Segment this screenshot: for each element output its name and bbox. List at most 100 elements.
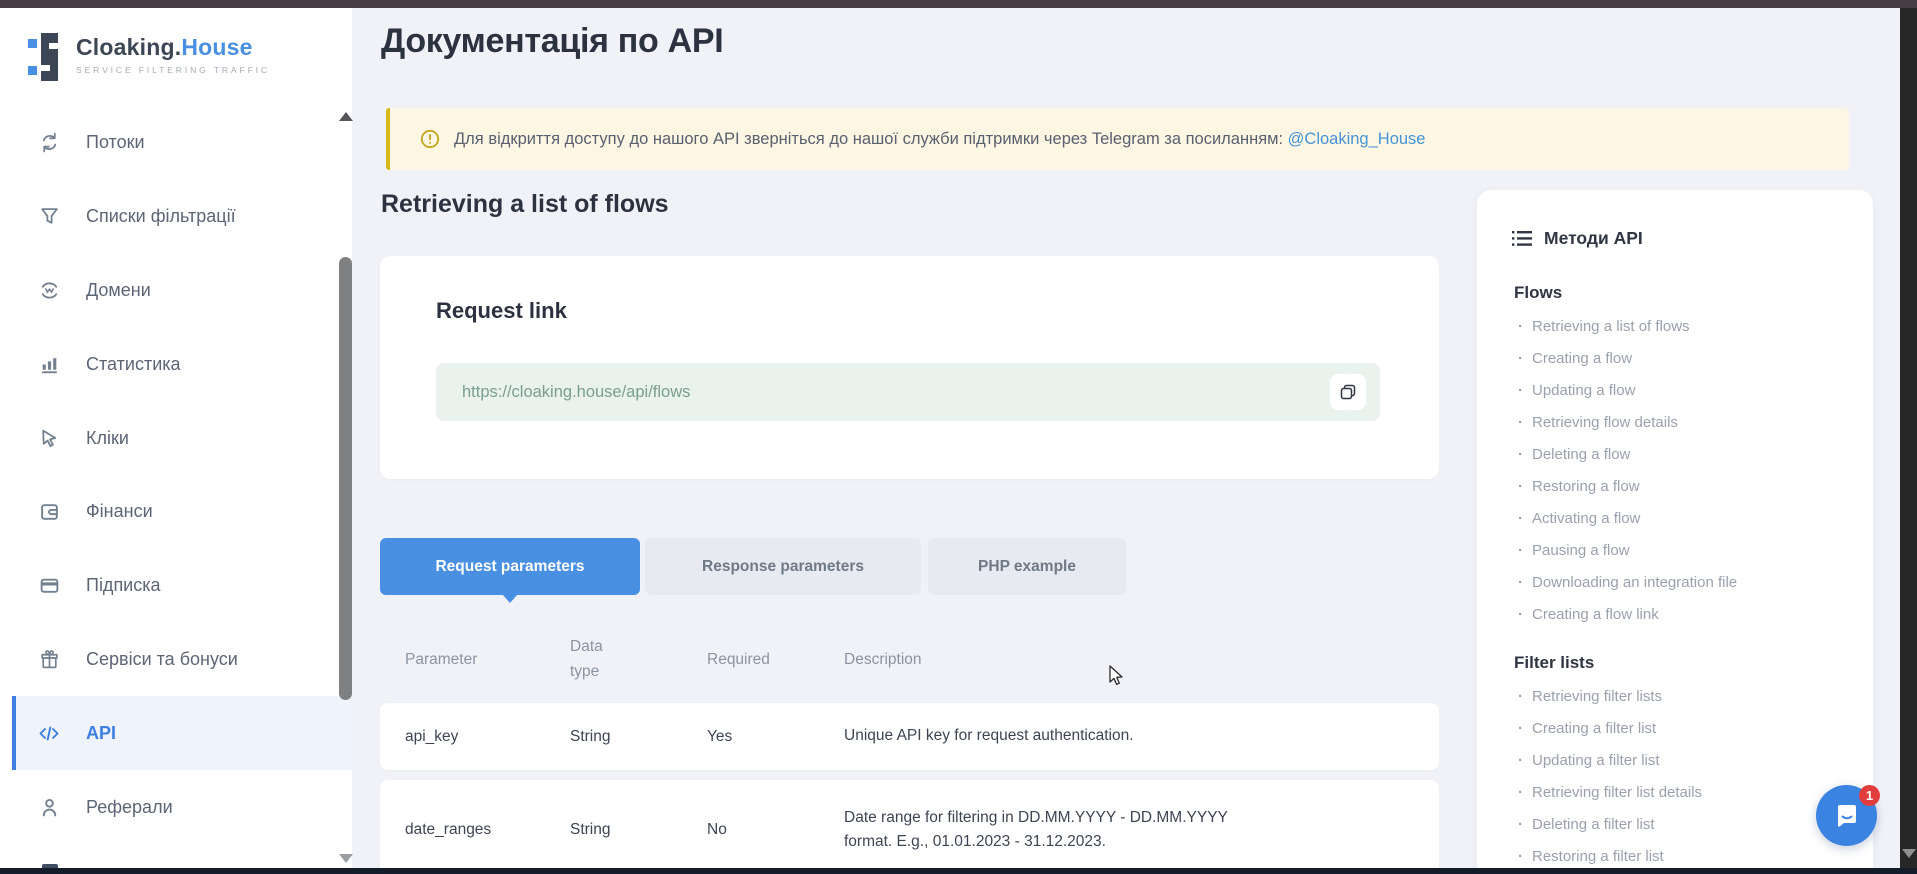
- sidebar-scroll-up-arrow[interactable]: [339, 112, 353, 121]
- cursor-icon: [38, 427, 60, 449]
- cell-data-type: String: [570, 728, 707, 746]
- group-heading-flows: Flows: [1514, 283, 1873, 303]
- sidebar-item-statistics[interactable]: Статистика: [12, 327, 352, 401]
- sidebar-scroll-down-arrow[interactable]: [339, 854, 353, 863]
- request-link-card: Request link https://cloaking.house/api/…: [380, 256, 1439, 479]
- sidebar-item-label: Підписка: [86, 575, 161, 596]
- column-header-required: Required: [707, 651, 844, 669]
- sidebar-item-finances[interactable]: Фінанси: [12, 474, 352, 548]
- logo-text[interactable]: Cloaking.House SERVICE FILTERING TRAFFIC: [76, 34, 270, 75]
- method-link[interactable]: Activating a flow: [1518, 503, 1873, 535]
- notification-badge: 1: [1859, 785, 1880, 806]
- person-icon: [38, 796, 60, 818]
- method-link[interactable]: Creating a flow link: [1518, 599, 1873, 631]
- wallet-icon: [38, 500, 60, 522]
- table-row: date_ranges String No Date range for fil…: [380, 780, 1439, 874]
- sidebar-item-clicks[interactable]: Кліки: [12, 401, 352, 475]
- request-url: https://cloaking.house/api/flows: [462, 383, 690, 402]
- sync-icon: [38, 131, 60, 153]
- method-link[interactable]: Retrieving filter lists: [1518, 681, 1873, 713]
- cell-description: Date range for filtering in DD.MM.YYYY -…: [844, 806, 1274, 854]
- logo-tagline: SERVICE FILTERING TRAFFIC: [76, 65, 270, 75]
- filter-lists-method-list: Retrieving filter lists Creating a filte…: [1518, 681, 1873, 873]
- window-top-bar: [0, 0, 1917, 8]
- sidebar-item-label: API: [86, 723, 116, 744]
- sidebar-item-referrals[interactable]: Реферали: [12, 770, 352, 844]
- brand-accent: House: [181, 34, 252, 60]
- request-link-title: Request link: [436, 298, 567, 324]
- methods-panel-title: Методи API: [1544, 228, 1643, 249]
- cell-parameter: api_key: [405, 728, 570, 746]
- group-heading-filter-lists: Filter lists: [1514, 653, 1873, 673]
- browser-scrollbar-track[interactable]: [1900, 0, 1917, 874]
- method-link[interactable]: Restoring a flow: [1518, 471, 1873, 503]
- chat-widget-button[interactable]: 1: [1816, 785, 1877, 846]
- sidebar-item-subscription[interactable]: Підписка: [12, 548, 352, 622]
- sidebar-item-services-bonuses[interactable]: Сервіси та бонуси: [12, 622, 352, 696]
- table-row: api_key String Yes Unique API key for re…: [380, 703, 1439, 770]
- column-header-data-type: Data type: [570, 635, 707, 683]
- telegram-link[interactable]: @Cloaking_House: [1288, 130, 1426, 148]
- method-link[interactable]: Retrieving flow details: [1518, 407, 1873, 439]
- cell-required: No: [707, 821, 844, 839]
- method-link[interactable]: Updating a filter list: [1518, 745, 1873, 777]
- gift-icon: [38, 648, 60, 670]
- api-methods-panel: Методи API Flows Retrieving a list of fl…: [1477, 190, 1873, 874]
- tab-label: PHP example: [978, 558, 1076, 576]
- sidebar-item-filter-lists[interactable]: Списки фільтрації: [12, 179, 352, 253]
- sidebar-item-label: Кліки: [86, 428, 129, 449]
- column-header-parameter: Parameter: [405, 651, 570, 669]
- sidebar-item-label: Списки фільтрації: [86, 206, 236, 227]
- sidebar-item-label: Статистика: [86, 354, 181, 375]
- column-header-description: Description: [844, 651, 1439, 669]
- copy-url-button[interactable]: [1330, 374, 1366, 410]
- flows-method-list: Retrieving a list of flows Creating a fl…: [1518, 311, 1873, 631]
- list-icon: [1512, 230, 1532, 247]
- page-title: Документація по API: [381, 22, 723, 61]
- active-tab-pointer: [502, 594, 518, 603]
- scrollbar-down-arrow[interactable]: [1902, 849, 1916, 858]
- tab-php-example[interactable]: PHP example: [928, 538, 1126, 595]
- chat-bubble-icon: [1832, 801, 1862, 831]
- tab-label: Response parameters: [702, 558, 864, 576]
- cell-description: Unique API key for request authenticatio…: [844, 724, 1274, 748]
- globe-icon: [38, 279, 60, 301]
- copy-icon: [1339, 383, 1357, 401]
- sidebar-item-label: Потоки: [86, 132, 145, 153]
- request-url-field[interactable]: https://cloaking.house/api/flows: [436, 363, 1380, 421]
- sidebar-item-label: Сервіси та бонуси: [86, 649, 238, 670]
- funnel-icon: [38, 205, 60, 227]
- cell-parameter: date_ranges: [405, 821, 570, 839]
- method-link[interactable]: Creating a flow: [1518, 343, 1873, 375]
- tab-response-parameters[interactable]: Response parameters: [645, 538, 921, 595]
- params-table-header: Parameter Data type Required Description: [380, 632, 1439, 687]
- bar-chart-icon: [38, 353, 60, 375]
- method-link[interactable]: Deleting a flow: [1518, 439, 1873, 471]
- method-link[interactable]: Creating a filter list: [1518, 713, 1873, 745]
- sidebar-item-label: Реферали: [86, 797, 173, 818]
- api-access-notice: Для відкриття доступу до нашого API звер…: [386, 108, 1849, 170]
- method-link[interactable]: Updating a flow: [1518, 375, 1873, 407]
- section-title: Retrieving a list of flows: [381, 190, 669, 219]
- sidebar-item-label: Домени: [86, 280, 151, 301]
- sidebar-item-label: Фінанси: [86, 501, 153, 522]
- brand-primary: Cloaking.: [76, 34, 181, 60]
- sidebar-scrollbar-thumb[interactable]: [339, 257, 352, 700]
- method-link[interactable]: Pausing a flow: [1518, 535, 1873, 567]
- sidebar-item-flows[interactable]: Потоки: [12, 105, 352, 179]
- card-icon: [38, 574, 60, 596]
- method-link[interactable]: Downloading an integration file: [1518, 567, 1873, 599]
- sidebar-item-domains[interactable]: Домени: [12, 253, 352, 327]
- cell-required: Yes: [707, 728, 844, 746]
- sidebar-item-api[interactable]: API: [12, 696, 352, 770]
- tab-request-parameters[interactable]: Request parameters: [380, 538, 640, 595]
- notice-text: Для відкриття доступу до нашого API звер…: [454, 130, 1425, 149]
- code-icon: [38, 722, 60, 744]
- mouse-cursor: [1108, 665, 1128, 692]
- cell-data-type: String: [570, 821, 707, 839]
- sidebar: Cloaking.House SERVICE FILTERING TRAFFIC…: [0, 0, 352, 874]
- window-bottom-bar: [0, 868, 1917, 874]
- cloaking-house-logo-icon: [28, 33, 68, 86]
- method-link[interactable]: Retrieving a list of flows: [1518, 311, 1873, 343]
- tab-label: Request parameters: [435, 558, 584, 576]
